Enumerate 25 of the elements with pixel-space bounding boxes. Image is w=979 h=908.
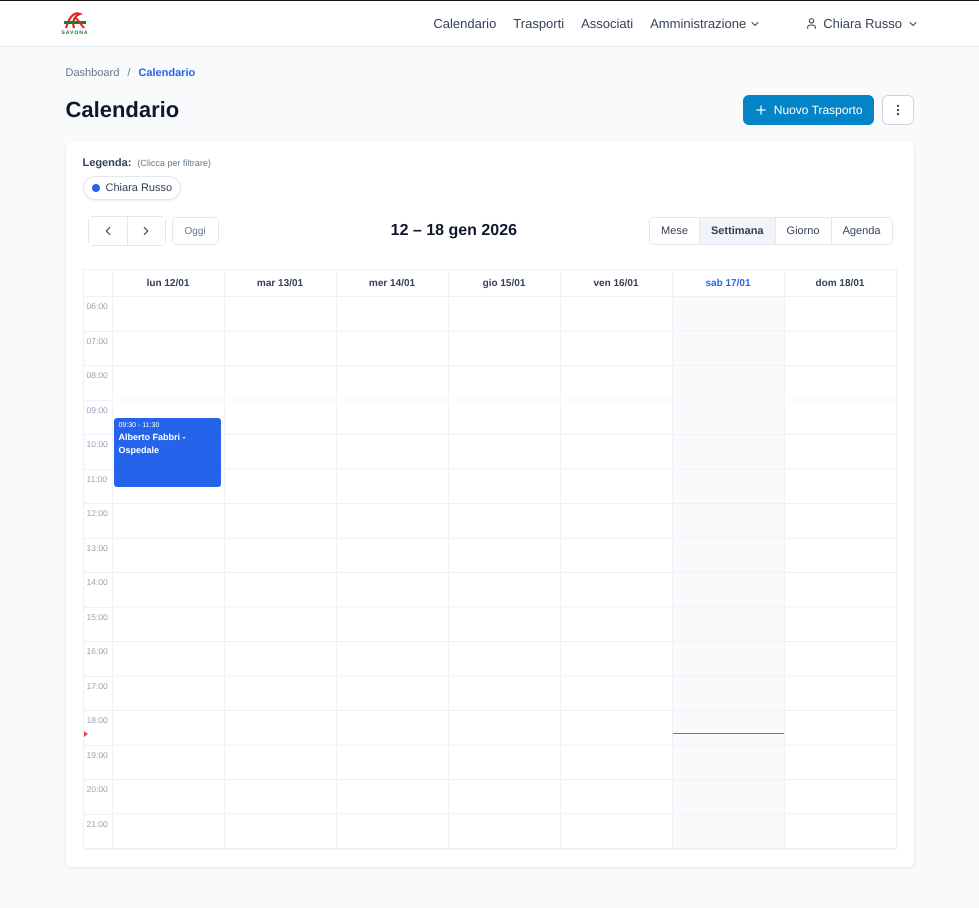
date-range: 12 – 18 gen 2026 bbox=[390, 222, 518, 240]
logo-icon bbox=[62, 12, 88, 30]
event-title: Alberto Fabbri - Ospedale bbox=[118, 430, 186, 457]
today-button[interactable]: Oggi bbox=[172, 217, 219, 245]
legend-hint: (Clicca per filtrare) bbox=[137, 158, 211, 168]
day-header: sab 17/01 bbox=[672, 270, 784, 297]
user-icon bbox=[805, 17, 818, 30]
view-tab[interactable]: Agenda bbox=[830, 218, 892, 244]
user-menu-button[interactable]: Chiara Russo bbox=[805, 16, 919, 31]
nav-link[interactable]: Amministrazione bbox=[650, 16, 762, 31]
page-title: Calendario bbox=[66, 97, 180, 123]
view-tab[interactable]: Settimana bbox=[698, 218, 775, 244]
nav-link[interactable]: Calendario bbox=[433, 16, 496, 31]
new-transport-button[interactable]: Nuovo Trasporto bbox=[742, 95, 874, 125]
breadcrumb-separator: / bbox=[127, 67, 130, 79]
legend-chip[interactable]: Chiara Russo bbox=[82, 176, 182, 200]
nav-link[interactable]: Associati bbox=[581, 16, 634, 31]
now-marker-icon bbox=[84, 731, 88, 738]
nav-link[interactable]: Trasporti bbox=[513, 16, 564, 31]
more-button[interactable] bbox=[882, 95, 914, 125]
breadcrumb-link[interactable]: Dashboard bbox=[66, 67, 120, 79]
plus-icon bbox=[754, 103, 768, 117]
legend-label: Legenda: bbox=[82, 157, 132, 169]
next-button[interactable] bbox=[126, 217, 164, 245]
breadcrumb-link[interactable]: Calendario bbox=[138, 67, 196, 79]
